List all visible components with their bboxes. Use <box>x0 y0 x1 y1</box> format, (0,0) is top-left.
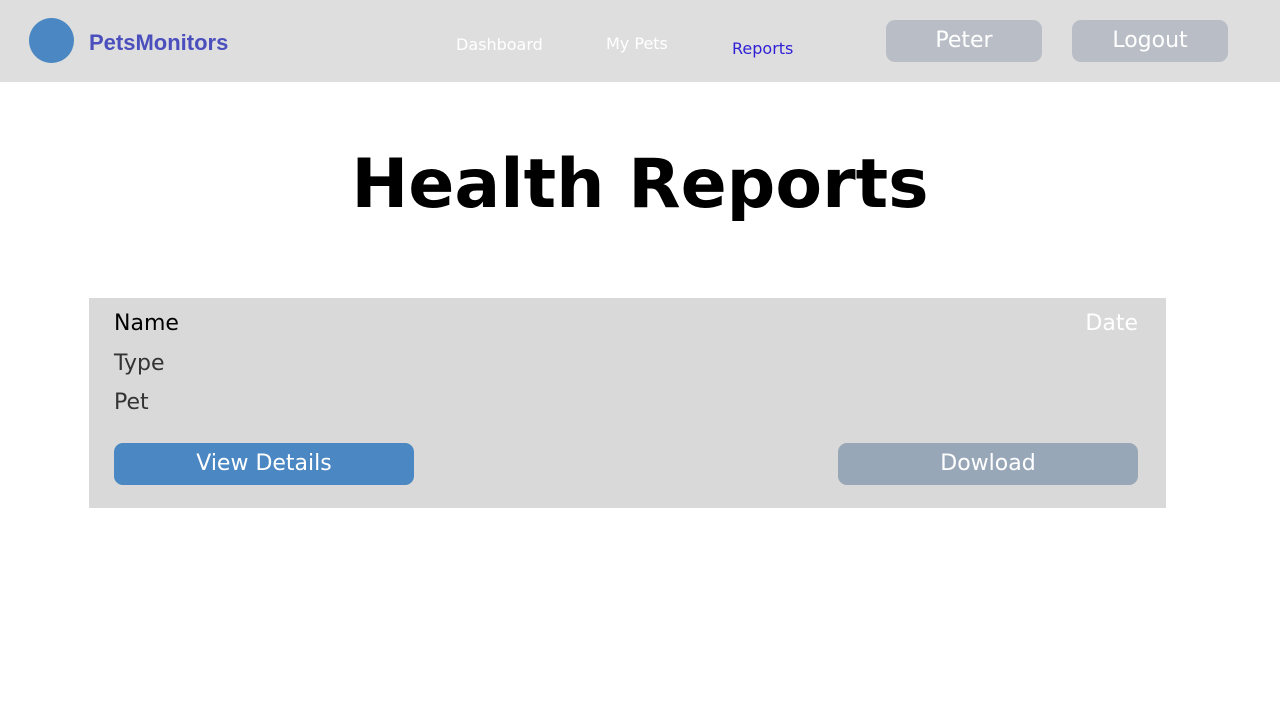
report-name-label: Name <box>114 311 179 336</box>
logo-circle-icon[interactable] <box>29 18 74 63</box>
page-title: Health Reports <box>351 145 929 224</box>
report-pet-label: Pet <box>114 390 149 415</box>
nav-link-dashboard[interactable]: Dashboard <box>456 35 543 55</box>
top-navbar: PetsMonitors Dashboard My Pets Reports P… <box>0 0 1280 82</box>
download-button[interactable]: Dowload <box>838 443 1138 485</box>
nav-link-reports[interactable]: Reports <box>732 39 793 59</box>
report-card: Name Type Pet Date View Details Dowload <box>89 298 1166 508</box>
brand-name[interactable]: PetsMonitors <box>89 30 228 56</box>
logout-button[interactable]: Logout <box>1072 20 1228 62</box>
nav-link-my-pets[interactable]: My Pets <box>606 34 668 54</box>
user-button[interactable]: Peter <box>886 20 1042 62</box>
report-date-label: Date <box>1085 311 1138 336</box>
view-details-button[interactable]: View Details <box>114 443 414 485</box>
report-type-label: Type <box>114 351 165 376</box>
